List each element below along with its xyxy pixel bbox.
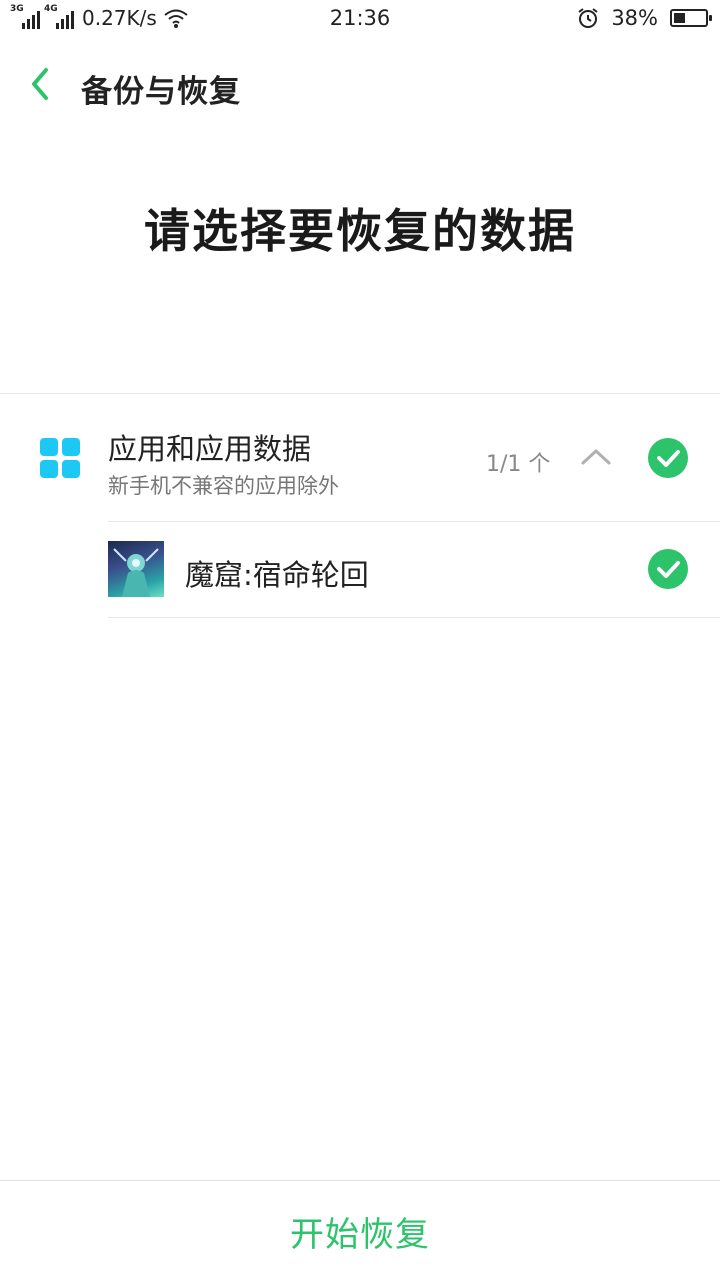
battery-fill bbox=[674, 13, 685, 23]
main-title: 请选择要恢复的数据 bbox=[144, 204, 576, 258]
start-restore-button[interactable]: 开始恢复 bbox=[0, 1181, 720, 1280]
category-title: 应用和应用数据 bbox=[108, 432, 312, 466]
network-speed: 0.27K/s bbox=[82, 6, 157, 30]
app-checkbox[interactable] bbox=[648, 549, 688, 589]
network-type-label: 3G bbox=[10, 4, 24, 14]
category-row-apps[interactable]: 应用和应用数据 新手机不兼容的应用除外 1/1 个 bbox=[0, 394, 720, 521]
battery-icon bbox=[670, 9, 712, 27]
battery-percent: 38% bbox=[611, 6, 658, 30]
category-subtitle: 新手机不兼容的应用除外 bbox=[108, 474, 339, 498]
app-thumbnail bbox=[108, 541, 164, 597]
status-bar: 3G 4G 0.27K/s 21:36 38% bbox=[0, 0, 720, 40]
app-name: 魔窟:宿命轮回 bbox=[185, 558, 369, 592]
app-header: 备份与恢复 bbox=[0, 44, 720, 124]
chevron-left-icon[interactable] bbox=[24, 62, 58, 106]
status-right: 38% bbox=[577, 6, 712, 30]
app-row[interactable]: 魔窟:宿命轮回 bbox=[108, 522, 720, 617]
category-count: 1/1 个 bbox=[486, 452, 551, 477]
divider bbox=[108, 617, 720, 618]
chevron-up-icon[interactable] bbox=[580, 446, 612, 466]
category-checkbox[interactable] bbox=[648, 438, 688, 478]
check-icon bbox=[657, 450, 680, 467]
page-title: 备份与恢复 bbox=[81, 74, 241, 110]
apps-grid-icon bbox=[40, 438, 80, 478]
network-type-label: 4G bbox=[44, 4, 58, 14]
wifi-icon bbox=[164, 9, 188, 28]
alarm-icon bbox=[578, 8, 598, 28]
check-icon bbox=[657, 561, 680, 578]
screen: 3G 4G 0.27K/s 21:36 38% 备份与恢复 请选择要恢复的数据 … bbox=[0, 0, 720, 1280]
signal-icon: 3G bbox=[10, 4, 40, 29]
status-time: 21:36 bbox=[329, 6, 391, 30]
status-left: 3G 4G 0.27K/s bbox=[10, 4, 189, 30]
signal-icon: 4G bbox=[44, 4, 74, 29]
bottom-bar: 开始恢复 bbox=[0, 1180, 720, 1280]
